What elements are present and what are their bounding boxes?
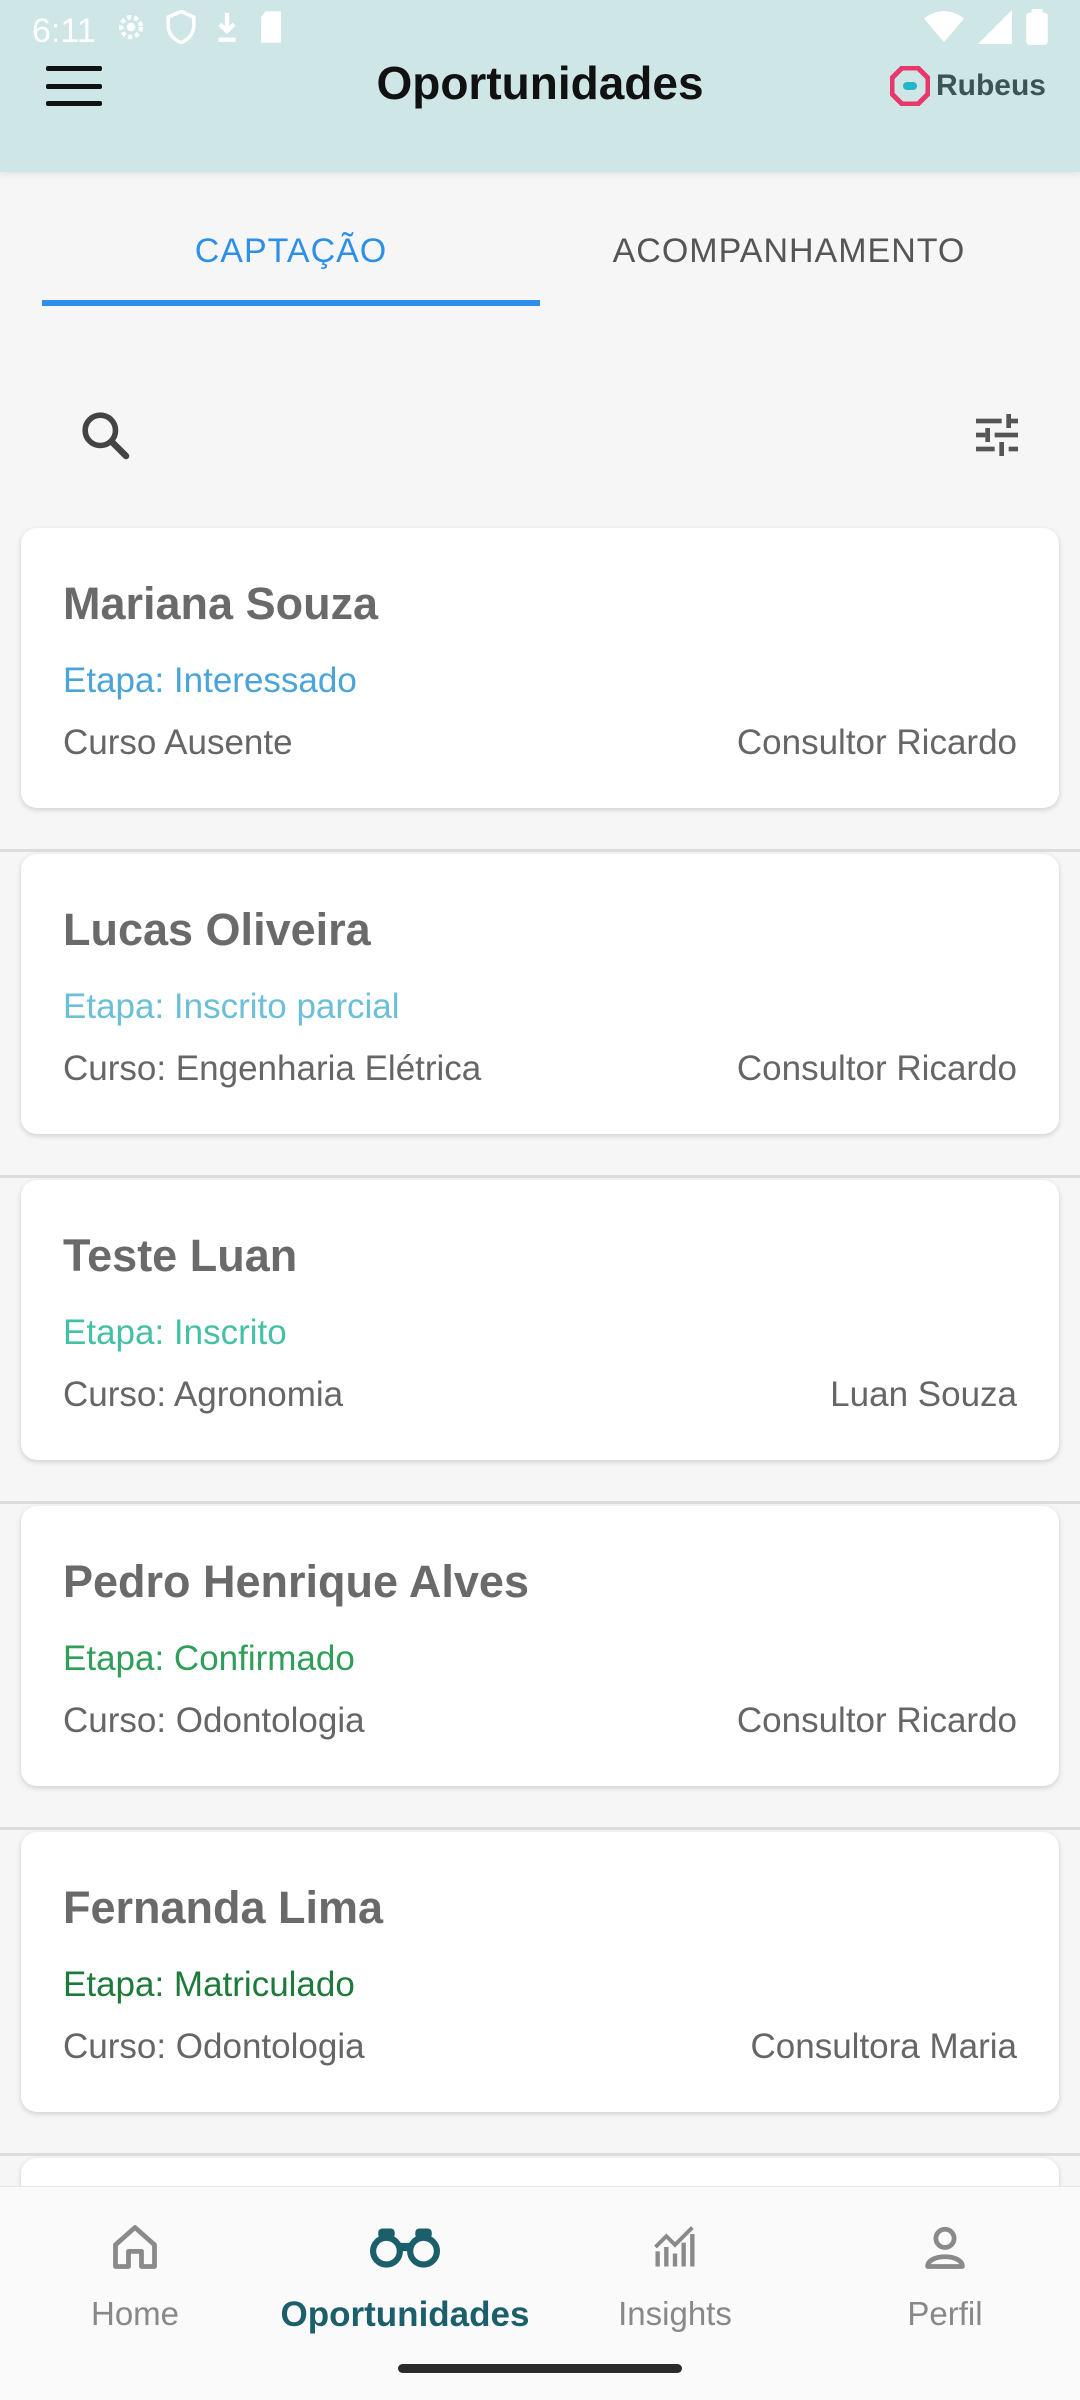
battery-icon [1026,8,1048,54]
search-icon[interactable] [70,400,140,470]
card-course: Curso: Odontologia [63,1701,365,1740]
person-icon [919,2217,971,2277]
status-time: 6:11 [32,11,96,50]
opportunity-card[interactable]: Mariana Souza Etapa: Interessado Curso A… [21,528,1059,808]
nav-label: Perfil [907,2295,983,2332]
card-name: Pedro Henrique Alves [63,1556,529,1607]
logo-text: Rubeus [935,69,1046,102]
nav-label: Oportunidades [280,2295,530,2334]
tab-bar: CAPTAÇÃO ACOMPANHAMENTO [0,172,1080,340]
nav-home[interactable]: Home [0,2187,270,2400]
card-stage: Etapa: Inscrito [63,1313,287,1352]
home-icon [109,2217,161,2277]
card-name: Mariana Souza [63,578,379,629]
card-consultant: Consultor Ricardo [736,723,1017,762]
opportunity-card[interactable]: Teste Luan Etapa: Inscrito Curso: Agrono… [21,1180,1059,1460]
card-stage: Etapa: Matriculado [63,1965,355,2004]
card-course: Curso: Engenharia Elétrica [63,1049,482,1088]
nav-perfil[interactable]: Perfil [810,2187,1080,2400]
app-bar: 6:11 Oportunidades Rubeus [0,0,1080,172]
list-item: Lucas Oliveira Etapa: Inscrito parcial C… [0,852,1080,1178]
status-right [924,8,1048,54]
tab-acompanhamento[interactable]: ACOMPANHAMENTO [540,172,1038,340]
nav-label: Home [90,2295,180,2332]
download-icon [214,10,240,53]
card-stage: Etapa: Confirmado [63,1639,355,1678]
card-course: Curso: Agronomia [63,1375,344,1414]
card-consultant: Consultor Ricardo [736,1701,1017,1740]
nav-label: Insights [618,2295,732,2332]
list-item: Pedro Henrique Alves Etapa: Confirmado C… [0,1504,1080,1830]
home-indicator[interactable] [398,2364,682,2373]
card-course: Curso: Odontologia [63,2027,365,2066]
card-course: Curso Ausente [63,723,293,762]
signal-icon [978,9,1012,53]
card-stage: Etapa: Inscrito parcial [63,987,400,1026]
list-toolbar [0,400,1080,490]
card-name: Teste Luan [63,1230,298,1281]
opportunity-card[interactable]: Lucas Oliveira Etapa: Inscrito parcial C… [21,854,1059,1134]
list-item: Fernanda Lima Etapa: Matriculado Curso: … [0,1830,1080,2156]
sd-card-icon [258,10,284,53]
tab-captacao[interactable]: CAPTAÇÃO [42,172,540,340]
rubeus-logo: Rubeus [889,64,1046,108]
card-consultant: Consultor Ricardo [736,1049,1017,1088]
card-consultant: Luan Souza [830,1375,1017,1414]
opportunity-list: Mariana Souza Etapa: Interessado Curso A… [0,526,1080,2400]
status-bar: 6:11 [0,0,1080,62]
shield-icon [166,8,196,53]
rubeus-logo-mark [889,66,930,106]
card-consultant: Consultora Maria [750,2027,1018,2066]
list-item: Teste Luan Etapa: Inscrito Curso: Agrono… [0,1178,1080,1504]
opportunity-card[interactable]: Fernanda Lima Etapa: Matriculado Curso: … [21,1832,1059,2112]
wifi-icon [924,10,964,53]
binoculars-icon [370,2217,440,2277]
chart-icon [649,2217,701,2277]
card-name: Fernanda Lima [63,1882,384,1933]
list-item: Mariana Souza Etapa: Interessado Curso A… [0,526,1080,852]
tune-icon[interactable] [962,400,1032,470]
card-stage: Etapa: Interessado [63,661,357,700]
card-name: Lucas Oliveira [63,904,371,955]
opportunity-card[interactable]: Pedro Henrique Alves Etapa: Confirmado C… [21,1506,1059,1786]
settings-icon [114,10,148,53]
